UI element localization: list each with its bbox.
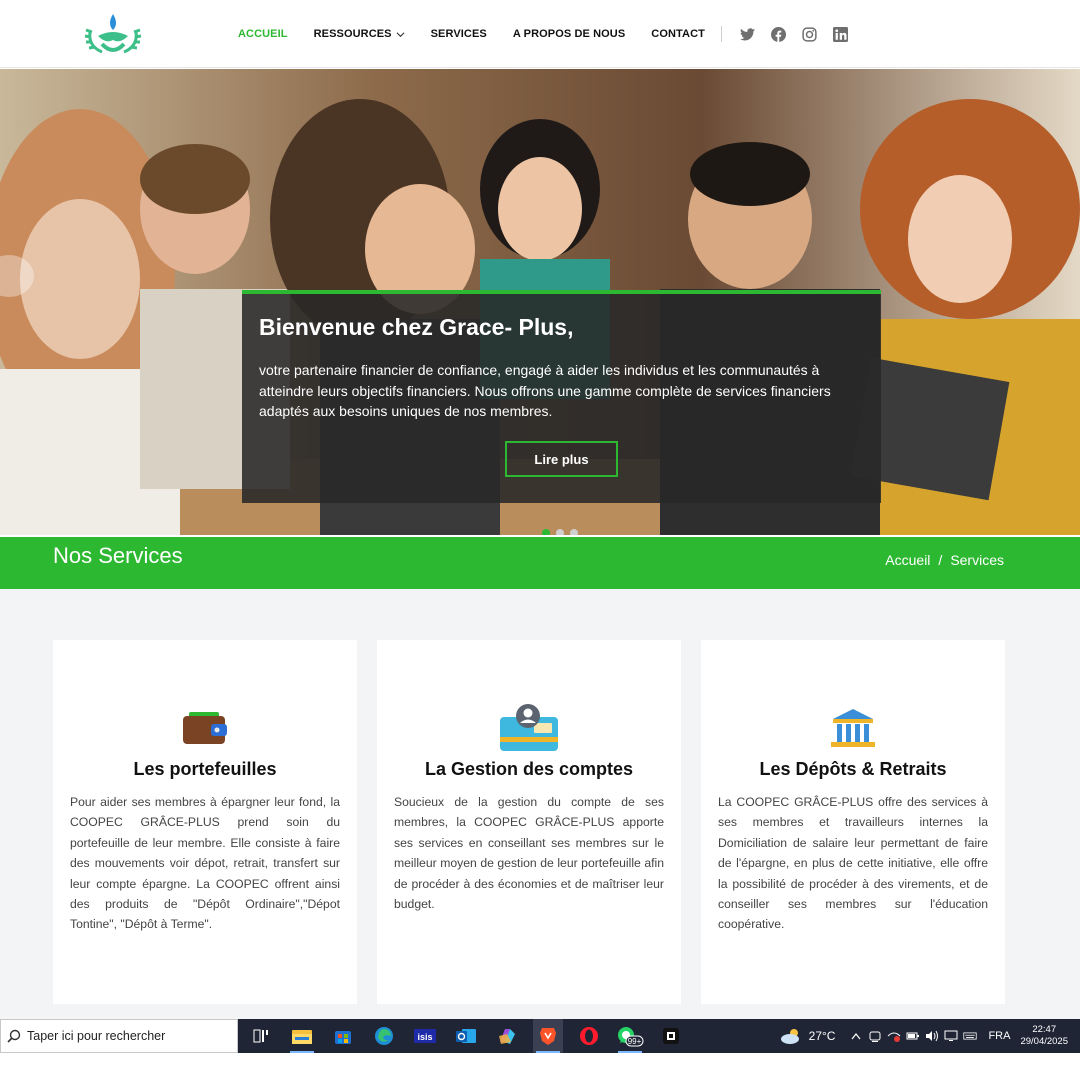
instagram-icon[interactable] [802,26,817,42]
chevron-down-icon [396,31,405,37]
clock-time: 22:47 [1032,1024,1057,1035]
hero-text: votre partenaire financier de confiance,… [259,362,831,419]
windows-taskbar: Taper ici pour rechercher isis 99+ 27°C … [0,1019,1080,1053]
breadcrumb-home[interactable]: Accueil [885,552,930,568]
service-card-gestion-comptes: La Gestion des comptes Soucieux de la ge… [377,640,681,1004]
brave-icon[interactable] [533,1019,563,1053]
linkedin-icon[interactable] [832,26,848,42]
slider-dots [542,529,584,535]
taskbar-search-placeholder: Taper ici pour rechercher [27,1029,166,1043]
breadcrumb-current: Services [950,552,1004,568]
nav-a-propos[interactable]: A PROPOS DE NOUS [513,28,625,40]
slider-dot-1[interactable] [542,529,550,535]
isis-icon[interactable]: isis [410,1019,440,1053]
nav-accueil[interactable]: ACCUEIL [238,28,288,40]
file-explorer-icon[interactable] [287,1019,317,1053]
opera-icon[interactable] [574,1019,604,1053]
facebook-icon[interactable] [770,26,786,42]
taskbar-clock[interactable]: 22:47 29/04/2025 [1020,1024,1068,1048]
page-title: Nos Services [53,543,183,568]
svg-text:isis: isis [417,1032,432,1042]
nav-ressources-label: RESSOURCES [313,28,392,40]
system-tray: 27°C FRA 22:47 29/04/2025 [779,1019,1080,1053]
input-language[interactable]: FRA [988,1030,1010,1042]
edge-icon[interactable] [369,1019,399,1053]
hero-slider: Bienvenue chez Grace- Plus, votre parten… [0,69,1080,535]
nav-ressources[interactable]: RESSOURCES [314,28,405,40]
nav-divider [720,26,722,42]
page-bottom-strip [0,1053,1080,1080]
clock-date: 29/04/2025 [1020,1036,1068,1047]
display-icon[interactable] [944,1029,958,1043]
battery-icon[interactable] [906,1029,920,1043]
nav-services[interactable]: SERVICES [431,28,487,40]
service-text: La COOPEC GRÂCE-PLUS offre des services … [718,795,988,932]
network-warning-icon[interactable] [887,1029,901,1043]
whatsapp-icon[interactable]: 99+ [615,1019,645,1053]
whatsapp-badge: 99+ [628,1037,642,1046]
service-title: Les Dépôts & Retraits [759,759,947,779]
meet-now-icon[interactable] [868,1029,882,1043]
breadcrumb-separator: / [938,552,943,568]
chevron-up-icon[interactable] [849,1029,863,1043]
taskbar-apps: isis 99+ [246,1019,697,1053]
service-title: La Gestion des comptes [424,759,634,779]
search-icon [7,1029,21,1043]
hero-caption: Bienvenue chez Grace- Plus, votre parten… [242,290,881,503]
m365-icon[interactable] [492,1019,522,1053]
services-section: Les portefeuilles Pour aider ses membres… [0,589,1080,1019]
service-title: Les portefeuilles [133,759,277,779]
site-header: ACCUEIL RESSOURCES SERVICES A PROPOS DE … [0,0,1080,68]
taskbar-search-box[interactable]: Taper ici pour rechercher [0,1019,238,1053]
slider-dot-3[interactable] [570,529,578,535]
volume-icon[interactable] [925,1029,939,1043]
grace-plus-logo[interactable] [80,10,146,58]
twitter-icon[interactable] [739,27,755,42]
bank-icon [818,700,888,756]
page-title-banner: Nos Services Accueil / Services [0,537,1080,589]
task-view-icon[interactable] [246,1019,276,1053]
service-text: Soucieux de la gestion du compte de ses … [394,795,664,912]
keyboard-icon[interactable] [963,1029,978,1043]
breadcrumb: Accueil / Services [877,552,1004,568]
service-card-portefeuilles: Les portefeuilles Pour aider ses membres… [53,640,357,1004]
read-more-button[interactable]: Lire plus [505,441,618,477]
account-card-icon [494,700,564,756]
main-nav: ACCUEIL RESSOURCES SERVICES A PROPOS DE … [238,0,864,68]
service-card-depots-retraits: Les Dépôts & Retraits La COOPEC GRÂCE-PL… [701,640,1005,1004]
weather-temperature[interactable]: 27°C [809,1029,836,1043]
outlook-icon[interactable] [451,1019,481,1053]
hero-title: Bienvenue chez Grace- Plus, [259,314,574,340]
store-icon[interactable] [328,1019,358,1053]
weather-icon[interactable] [779,1027,803,1045]
wallet-icon [170,700,240,756]
app-icon[interactable] [656,1019,686,1053]
service-text: Pour aider ses membres à épargner leur f… [70,795,340,932]
nav-contact[interactable]: CONTACT [651,28,705,40]
slider-dot-2[interactable] [556,529,564,535]
